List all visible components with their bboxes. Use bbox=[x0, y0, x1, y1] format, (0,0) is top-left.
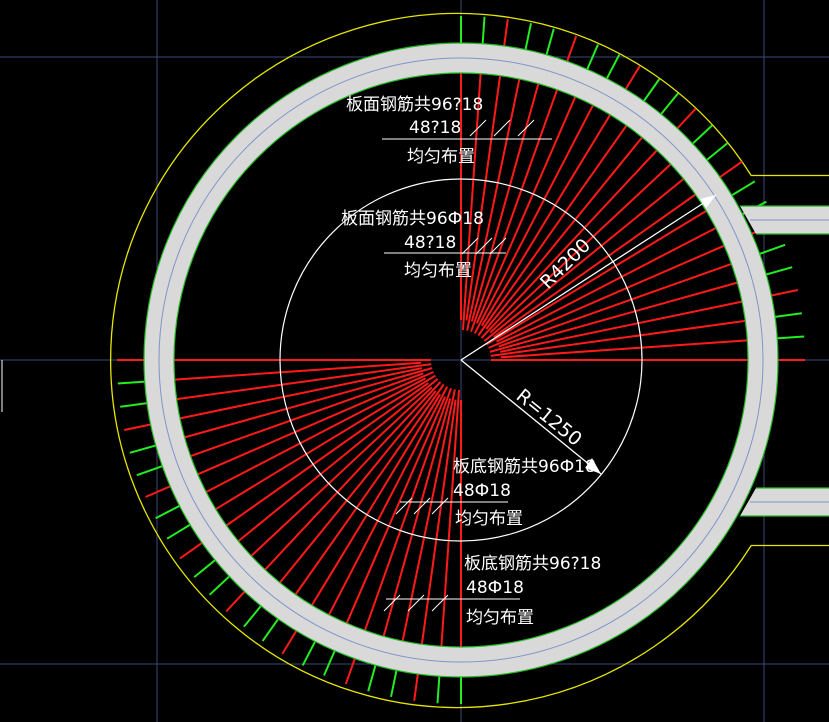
rebar-lower-red bbox=[190, 372, 424, 458]
note-top-outer: 板面钢筋共96?18 48?18 均匀布置 bbox=[346, 95, 552, 167]
rebar-lower-red bbox=[264, 381, 442, 571]
rebar-lower-red bbox=[401, 389, 456, 642]
inner-radius-label: R=1250 bbox=[512, 385, 586, 451]
note-top-outer-line1: 板面钢筋共96?18 bbox=[346, 95, 483, 115]
note-top-outer-line2: 48?18 bbox=[409, 118, 461, 138]
note-bottom-inner-line1: 板底钢筋共96Ф18 bbox=[453, 457, 596, 477]
beam-upper bbox=[740, 205, 829, 235]
rebar-upper-red bbox=[490, 319, 746, 357]
note-bottom-inner: 板底钢筋共96Ф18 48Ф18 均匀布置 bbox=[400, 457, 596, 529]
note-top-inner-line1: 板面钢筋共96Ф18 bbox=[341, 209, 484, 229]
leader-tick bbox=[431, 594, 449, 612]
note-top-outer-line3: 均匀布置 bbox=[407, 147, 475, 167]
rebar-lower-red bbox=[176, 363, 432, 401]
leader-ticks bbox=[383, 119, 535, 612]
note-top-inner-line2: 48?18 bbox=[404, 233, 456, 253]
cad-drawing: R4200 R=1250 板面钢筋共96?18 48?18 均匀布置 板面钢筋共… bbox=[0, 0, 829, 722]
rebar-lower-red bbox=[279, 390, 437, 584]
note-bottom-outer-line3: 均匀布置 bbox=[466, 608, 534, 628]
note-top-inner-line3: 均匀布置 bbox=[404, 261, 472, 281]
rebar-upper-red bbox=[498, 262, 732, 348]
rebar-upper-red bbox=[485, 136, 643, 330]
note-bottom-inner-line2: 48Ф18 bbox=[453, 481, 511, 501]
rebar-upper-red bbox=[496, 227, 717, 343]
note-top-inner: 板面钢筋共96Ф18 48?18 均匀布置 bbox=[341, 209, 506, 281]
note-bottom-outer-line2: 48Ф18 bbox=[466, 578, 524, 598]
rebar-lower-red bbox=[205, 377, 426, 493]
rebar-upper-red bbox=[466, 78, 521, 331]
beam-lower bbox=[740, 487, 829, 517]
note-bottom-outer-line1: 板底钢筋共96?18 bbox=[464, 554, 601, 574]
note-bottom-inner-line3: 均匀布置 bbox=[455, 509, 523, 529]
leader-tick bbox=[517, 119, 535, 137]
